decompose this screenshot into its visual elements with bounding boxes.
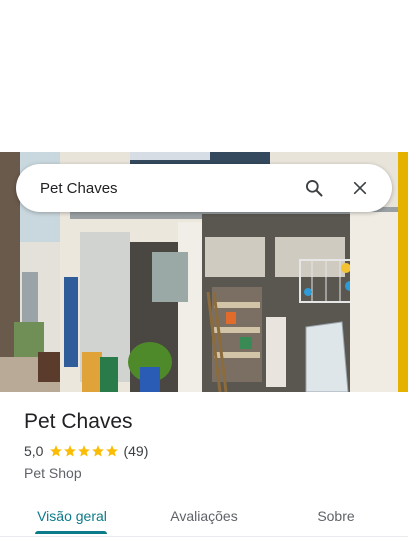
search-bar[interactable]: Pet Chaves	[16, 164, 392, 212]
rating-value: 5,0	[24, 443, 44, 459]
tab-label: Visão geral	[37, 508, 107, 524]
search-input[interactable]: Pet Chaves	[40, 180, 296, 197]
search-icon	[306, 180, 323, 197]
place-title: Pet Chaves	[24, 410, 133, 433]
star-icon	[50, 445, 63, 457]
tab-about[interactable]: Sobre	[288, 496, 384, 536]
active-tab-indicator	[35, 531, 107, 534]
place-category: Pet Shop	[24, 465, 82, 481]
tab-reviews[interactable]: Avaliações	[156, 496, 252, 536]
star-rating	[49, 444, 119, 458]
tabs-divider	[0, 536, 408, 537]
search-button[interactable]	[296, 170, 332, 206]
star-icon	[92, 445, 105, 457]
rating-row[interactable]: 5,0 (49)	[24, 443, 148, 459]
tab-label: Sobre	[317, 508, 355, 524]
star-icon	[106, 445, 119, 457]
clear-search-button[interactable]	[342, 170, 378, 206]
review-count[interactable]: (49)	[123, 443, 148, 459]
tab-label: Avaliações	[170, 508, 238, 524]
place-info: Pet Chaves 5,0 (49) Pet Shop	[24, 410, 148, 481]
place-tabs: Visão geral Avaliações Sobre	[0, 496, 408, 536]
star-icon	[78, 445, 91, 457]
star-icon	[64, 445, 77, 457]
tab-overview[interactable]: Visão geral	[24, 496, 120, 536]
close-icon	[353, 181, 367, 195]
